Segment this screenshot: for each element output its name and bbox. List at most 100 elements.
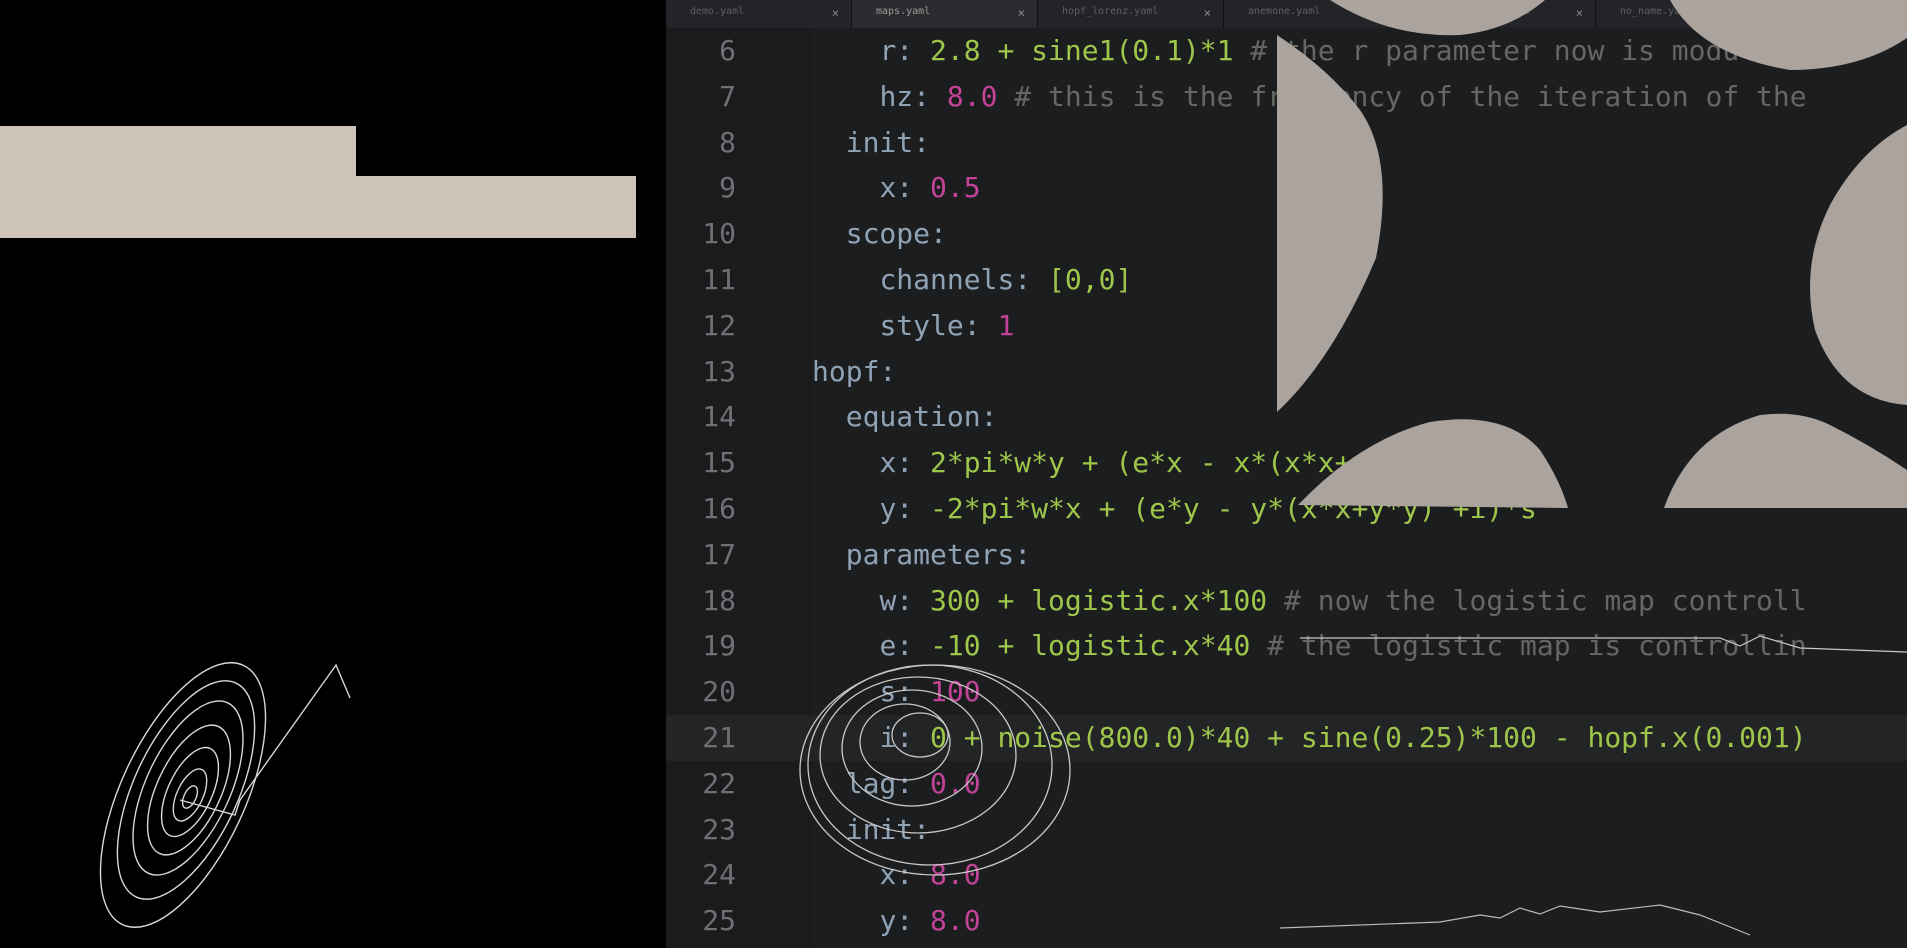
close-icon[interactable]: × xyxy=(1762,6,1769,20)
line-number: 25 xyxy=(702,904,736,938)
line-number: 9 xyxy=(719,171,736,205)
code-token: [0,0] xyxy=(1048,262,1133,296)
code-line[interactable]: 14 equation: xyxy=(666,394,1907,440)
code-line[interactable]: 20 s: 100 xyxy=(666,669,1907,715)
code-line[interactable]: 10 scope: xyxy=(666,211,1907,257)
code-text: y: 8.0 xyxy=(812,898,981,944)
hopf-spiral-trace xyxy=(99,662,351,928)
tab-label: maps.yaml xyxy=(876,6,931,17)
code-line[interactable]: 23 init: xyxy=(666,807,1907,853)
code-text: i: 0 + noise(800.0)*40 + sine(0.25)*100 … xyxy=(812,715,1806,761)
code-text: hopf: xyxy=(812,349,896,395)
line-number: 22 xyxy=(702,766,736,800)
tab-3[interactable]: anemone.yaml × xyxy=(1224,0,1410,28)
code-line[interactable]: 7 hz: 8.0 # this is the frequency of the… xyxy=(666,74,1907,120)
code-token: -2*pi*w*x + (e*y - y*(x*x+y*y) +i)*s xyxy=(930,491,1537,525)
code-token: style: xyxy=(879,308,998,342)
code-token: 1 xyxy=(997,308,1015,342)
code-line[interactable]: 6 r: 2.8 + sine1(0.1)*1 # the r paramete… xyxy=(666,28,1907,74)
line-number: 12 xyxy=(702,308,736,342)
tab-label: anemone.yaml xyxy=(1248,6,1321,17)
code-token: e: xyxy=(879,629,931,663)
code-line[interactable]: 12 style: 1 xyxy=(666,303,1907,349)
code-text: init: xyxy=(812,120,930,166)
code-token: parameters: xyxy=(845,537,1032,571)
close-icon[interactable]: × xyxy=(832,6,839,20)
code-line[interactable]: 21 i: 0 + noise(800.0)*40 + sine(0.25)*1… xyxy=(666,714,1907,761)
line-number: 11 xyxy=(702,262,736,296)
code-token: 0.0 xyxy=(930,766,981,800)
code-token: equation: xyxy=(845,400,998,434)
code-token: 8.0 xyxy=(930,858,981,892)
line-number: 20 xyxy=(702,675,736,709)
code-text: x: 8.0 xyxy=(812,852,981,898)
code-text: channels: [0,0] xyxy=(812,257,1132,303)
code-token: 2*pi*w*y + (e*x - x*(x*x+y*y) +i)*s xyxy=(930,446,1521,480)
tab-label: no_name.yaml xyxy=(1620,6,1693,17)
code-token: 0.5 xyxy=(930,171,981,205)
line-number: 18 xyxy=(702,583,736,617)
code-token: 8.0 xyxy=(930,904,981,938)
code-line[interactable]: 24 x: 8.0 xyxy=(666,852,1907,898)
code-token: # the logistic map is controllin xyxy=(1250,629,1807,663)
code-text: parameters: xyxy=(812,532,1031,578)
code-lines[interactable]: 6 r: 2.8 + sine1(0.1)*1 # the r paramete… xyxy=(666,28,1907,944)
code-text: w: 300 + logistic.x*100 # now the logist… xyxy=(812,578,1806,624)
code-token: y: xyxy=(879,491,931,525)
code-line[interactable]: 15 x: 2*pi*w*y + (e*x - x*(x*x+y*y) +i)*… xyxy=(666,440,1907,486)
code-line[interactable]: 9 x: 0.5 xyxy=(666,165,1907,211)
code-line[interactable]: 18 w: 300 + logistic.x*100 # now the log… xyxy=(666,578,1907,624)
code-line[interactable]: 16 y: -2*pi*w*x + (e*y - y*(x*x+y*y) +i)… xyxy=(666,486,1907,532)
line-number: 7 xyxy=(719,79,736,113)
tab-5[interactable]: no_name.yaml × xyxy=(1596,0,1782,28)
close-icon[interactable]: × xyxy=(1576,6,1583,20)
code-text: lag: 0.0 xyxy=(812,761,981,807)
code-token: channels: xyxy=(879,262,1049,296)
code-token: # this is the frequency of the iteration… xyxy=(997,79,1807,113)
code-text: y: -2*pi*w*x + (e*y - y*(x*x+y*y) +i)*s xyxy=(812,486,1537,532)
code-token: x: xyxy=(879,446,931,480)
code-token: w: xyxy=(879,583,931,617)
code-line[interactable]: 17 parameters: xyxy=(666,532,1907,578)
code-text: scope: xyxy=(812,211,947,257)
code-token: scope: xyxy=(845,217,947,251)
tab-1[interactable]: maps.yaml × xyxy=(852,0,1038,28)
code-token: hz: xyxy=(879,79,947,113)
code-token: 300 + logistic.x*100 xyxy=(930,583,1268,617)
code-line[interactable]: 19 e: -10 + logistic.x*40 # the logistic… xyxy=(666,623,1907,669)
tab-label: hopf_wiggle.yaml xyxy=(1434,6,1531,17)
tab-0[interactable]: demo.yaml × xyxy=(666,0,852,28)
code-token: init: xyxy=(845,812,931,846)
code-line[interactable]: 22 lag: 0.0 xyxy=(666,761,1907,807)
code-text: r: 2.8 + sine1(0.1)*1 # the r parameter … xyxy=(812,28,1823,74)
line-number: 8 xyxy=(719,125,736,159)
tab-2[interactable]: hopf_lorenz.yaml × xyxy=(1038,0,1224,28)
line-number: 6 xyxy=(719,34,736,67)
code-line[interactable]: 11 channels: [0,0] xyxy=(666,257,1907,303)
close-icon[interactable]: × xyxy=(1018,6,1025,20)
code-token: -10 + logistic.x*40 xyxy=(930,629,1251,663)
code-text: s: 100 xyxy=(812,669,980,715)
code-line[interactable]: 8 init: xyxy=(666,120,1907,166)
close-icon[interactable]: × xyxy=(1204,6,1211,20)
code-editor[interactable]: demo.yaml × maps.yaml × hopf_lorenz.yaml × ane… xyxy=(666,0,1907,948)
line-number: 15 xyxy=(702,446,736,480)
code-line[interactable]: 13 hopf: xyxy=(666,349,1907,395)
code-token: x: xyxy=(879,858,931,892)
close-icon[interactable]: × xyxy=(1390,6,1397,20)
code-line[interactable]: 25 y: 8.0 xyxy=(666,898,1907,944)
tab-4[interactable]: hopf_wiggle.yaml × xyxy=(1410,0,1596,28)
